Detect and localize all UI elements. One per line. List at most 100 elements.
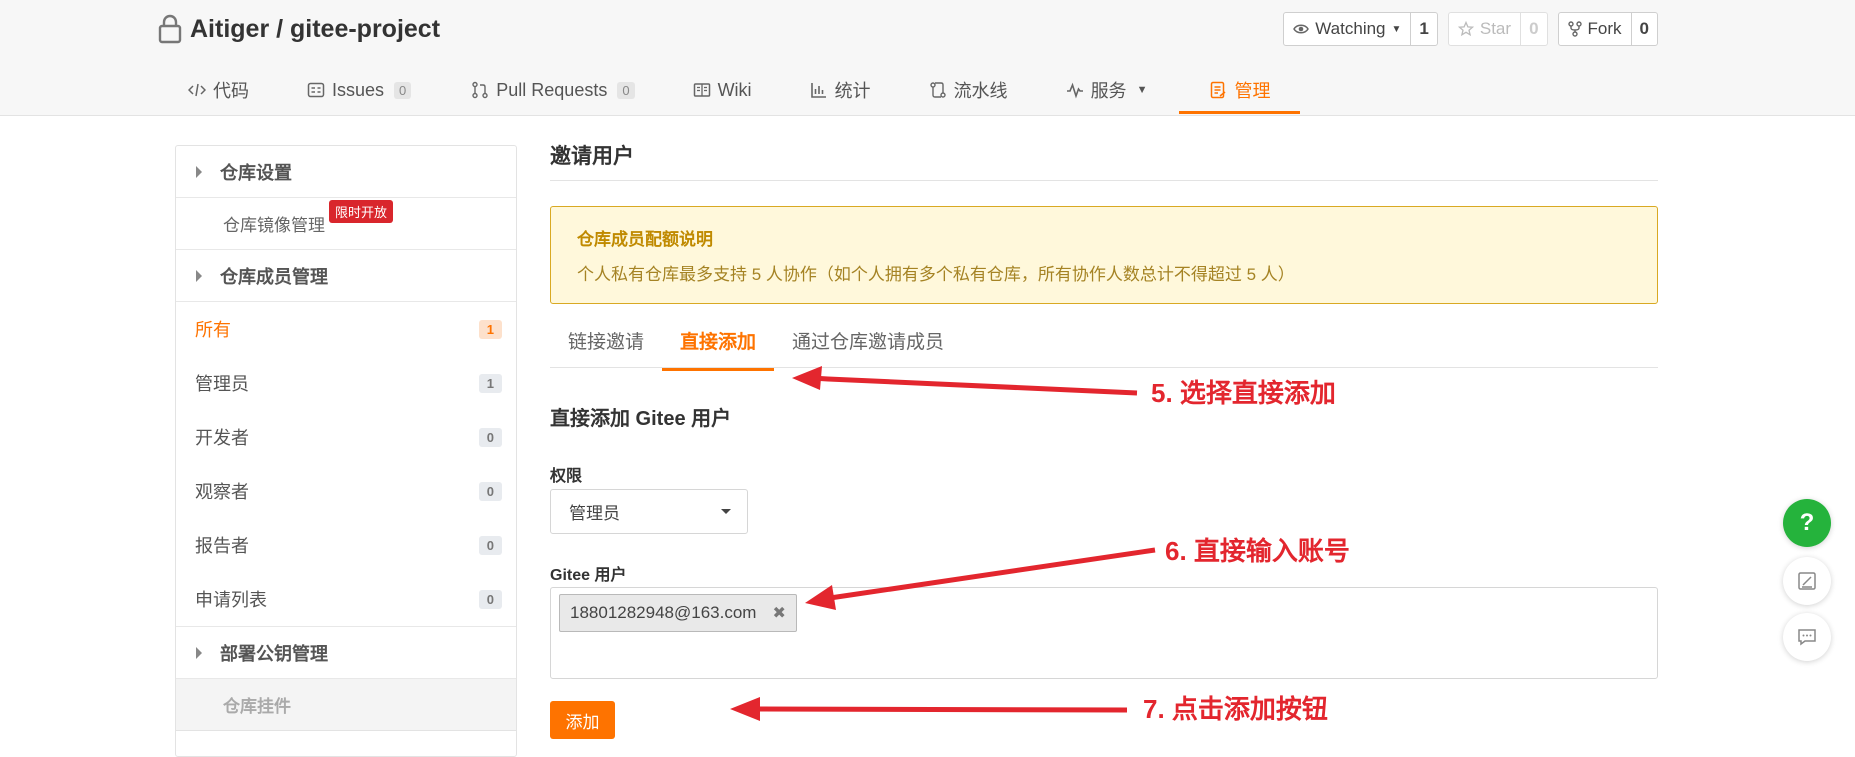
count-badge: 1 <box>478 319 502 339</box>
tab-wiki-label: Wiki <box>717 79 752 100</box>
feedback-button[interactable] <box>1783 557 1831 605</box>
section-title: 直接添加 Gitee 用户 <box>550 408 732 430</box>
sidebar-item-observers[interactable]: 观察者 0 <box>176 464 516 518</box>
repo-nav: 代码 Issues 0 Pull Requests 0 Wiki 统计 流水线 … <box>158 68 1301 115</box>
sidebar-item-label: 所有 <box>195 320 231 340</box>
chat-button[interactable] <box>1783 613 1831 661</box>
count-badge: 0 <box>478 427 502 447</box>
sidebar-section-label: 仓库成员管理 <box>220 266 328 287</box>
sidebar-item-all[interactable]: 所有 1 <box>176 302 516 356</box>
user-chip-text: 18801282948@163.com <box>570 603 757 622</box>
sidebar-item-developers[interactable]: 开发者 0 <box>176 410 516 464</box>
tab-services[interactable]: 服务 ▼ <box>1066 68 1148 112</box>
pr-count-badge: 0 <box>617 81 635 99</box>
sidebar-item-reporters[interactable]: 报告者 0 <box>176 518 516 572</box>
sidebar-item-mirror[interactable]: 仓库镜像管理 限时开放 <box>176 198 516 250</box>
fork-count[interactable]: 0 <box>1630 13 1657 45</box>
add-button[interactable]: 添加 <box>550 701 615 739</box>
tab-issues-label: Issues <box>332 79 385 100</box>
sidebar-item-label: 报告者 <box>195 536 249 556</box>
watch-label: Watching <box>1315 19 1386 38</box>
eye-icon <box>1293 24 1310 34</box>
sidebar-section-repo-settings[interactable]: 仓库设置 <box>176 146 516 198</box>
annotation-step6: 6. 直接输入账号 <box>1165 536 1350 566</box>
arrow-step5 <box>792 366 1138 396</box>
tab-wiki[interactable]: Wiki <box>693 68 752 112</box>
help-icon: ? <box>1799 509 1815 536</box>
tab-stats[interactable]: 统计 <box>810 68 871 112</box>
edit-icon <box>1798 572 1816 590</box>
sidebar-section-deploy-keys[interactable]: 部署公钥管理 <box>176 627 516 679</box>
chat-icon <box>1798 629 1816 646</box>
sidebar-section-label: 仓库设置 <box>220 162 292 183</box>
quota-notice: 仓库成员配额说明 个人私有仓库最多支持 5 人协作（如个人拥有多个私有仓库，所有… <box>550 206 1658 304</box>
issues-count-badge: 0 <box>394 81 412 99</box>
sidebar-item-label: 开发者 <box>195 428 249 448</box>
count-badge: 0 <box>478 481 502 501</box>
sidebar-item-label: 仓库镜像管理 <box>223 216 325 235</box>
tab-issues[interactable]: Issues 0 <box>307 68 412 112</box>
caret-right-icon <box>196 269 202 282</box>
star-count[interactable]: 0 <box>1520 13 1546 45</box>
tab-stats-label: 统计 <box>834 81 871 101</box>
caret-down-icon <box>721 509 731 514</box>
permission-value: 管理员 <box>569 504 620 523</box>
fork-button[interactable]: Fork 0 <box>1557 12 1658 46</box>
user-chip: 18801282948@163.com ✖ <box>559 594 797 632</box>
tab-services-label: 服务 <box>1090 81 1127 101</box>
limited-time-badge: 限时开放 <box>329 200 394 223</box>
settings-sidebar: 仓库设置 仓库镜像管理 限时开放 仓库成员管理 所有 1 管理员 1 开发者 0… <box>175 145 517 757</box>
fork-icon <box>1567 21 1582 37</box>
tab-code[interactable]: 代码 <box>188 68 249 112</box>
arrow-step7 <box>730 697 1128 721</box>
fork-label: Fork <box>1587 19 1622 38</box>
repo-actions: Watching ▼ 1 Star 0 Fork 0 <box>1283 12 1658 46</box>
annotation-step7: 7. 点击添加按钮 <box>1143 694 1328 724</box>
sidebar-item-applications[interactable]: 申请列表 0 <box>176 572 516 627</box>
manage-icon <box>1211 81 1226 99</box>
sidebar-item-label: 仓库挂件 <box>223 697 291 716</box>
tab-link-invite[interactable]: 链接邀请 <box>550 325 662 367</box>
caret-right-icon <box>196 646 202 659</box>
tab-code-label: 代码 <box>213 81 249 101</box>
main-panel: 邀请用户 仓库成员配额说明 个人私有仓库最多支持 5 人协作（如个人拥有多个私有… <box>550 140 1658 739</box>
sidebar-item-label: 申请列表 <box>195 590 267 610</box>
tab-direct-add[interactable]: 直接添加 <box>662 325 775 371</box>
watch-count[interactable]: 1 <box>1410 13 1436 45</box>
lock-icon <box>158 14 182 44</box>
chevron-down-icon: ▼ <box>1391 23 1402 35</box>
tab-manage[interactable]: 管理 <box>1179 68 1301 114</box>
notice-title: 仓库成员配额说明 <box>577 230 713 249</box>
book-icon <box>693 83 710 97</box>
remove-chip-icon[interactable]: ✖ <box>772 603 785 623</box>
star-button[interactable]: Star 0 <box>1447 12 1548 46</box>
repo-title: Aitiger / gitee-project <box>158 10 440 48</box>
invite-tabs: 链接邀请 直接添加 通过仓库邀请成员 <box>550 325 1658 371</box>
sidebar-item-label: 观察者 <box>195 482 249 502</box>
sidebar-item-admins[interactable]: 管理员 1 <box>176 356 516 410</box>
count-badge: 1 <box>478 373 502 393</box>
pull-request-icon <box>472 81 488 99</box>
tab-invite-via-repo[interactable]: 通过仓库邀请成员 <box>774 325 962 367</box>
bar-chart-icon <box>810 83 826 98</box>
sidebar-section-members[interactable]: 仓库成员管理 <box>176 250 516 302</box>
permission-select[interactable]: 管理员 <box>550 489 748 534</box>
help-button[interactable]: ? <box>1783 499 1831 547</box>
sidebar-section-label: 部署公钥管理 <box>220 643 328 664</box>
issues-icon <box>307 82 325 98</box>
watch-button[interactable]: Watching ▼ 1 <box>1283 12 1438 46</box>
tab-pull-requests[interactable]: Pull Requests 0 <box>471 68 635 112</box>
tab-pipeline[interactable]: 流水线 <box>929 68 1008 112</box>
repo-name[interactable]: Aitiger / gitee-project <box>190 15 440 44</box>
caret-down-icon: ▼ <box>1136 84 1148 96</box>
code-icon <box>188 83 206 97</box>
gitee-user-input[interactable]: 18801282948@163.com ✖ <box>550 587 1658 679</box>
count-badge: 0 <box>478 589 502 609</box>
tab-pull-requests-label: Pull Requests <box>496 79 608 100</box>
tab-pipeline-label: 流水线 <box>953 81 1008 101</box>
sidebar-item-plugins[interactable]: 仓库挂件 <box>176 679 516 731</box>
tab-manage-label: 管理 <box>1234 81 1271 101</box>
pulse-icon <box>1066 82 1083 99</box>
pipeline-icon <box>929 82 946 98</box>
page-title: 邀请用户 <box>550 140 1658 181</box>
